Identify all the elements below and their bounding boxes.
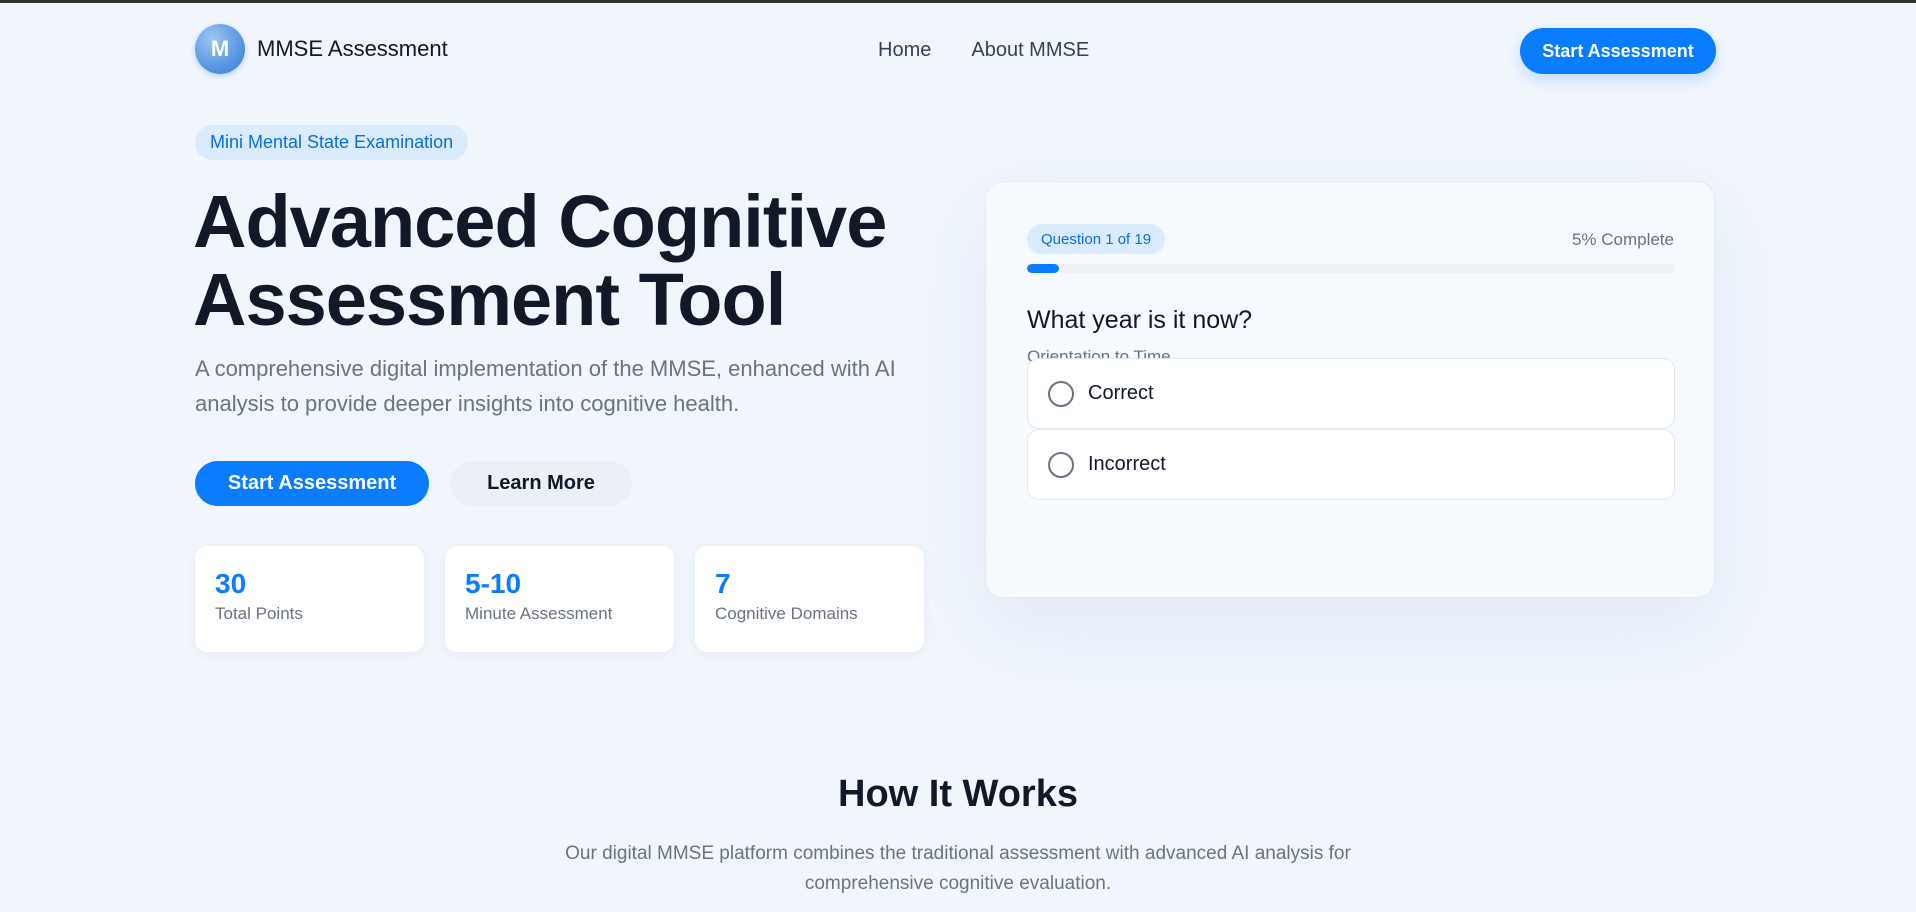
progress-percent-text: 5% Complete bbox=[1571, 230, 1674, 249]
stat-label: Cognitive Domains bbox=[715, 604, 858, 623]
section-title: How It Works bbox=[838, 773, 1078, 815]
question-card: Question 1 of 19 5% Complete What year i… bbox=[985, 181, 1715, 598]
stat-value: 5-10 bbox=[465, 568, 522, 599]
radio-icon[interactable] bbox=[1048, 451, 1074, 478]
progress-bar bbox=[1027, 264, 1675, 273]
stat-card-cognitive-domains: 7 Cognitive Domains bbox=[695, 546, 924, 652]
answer-option-label: Correct bbox=[1088, 382, 1154, 404]
site-header: M MMSE Assessment Home About MMSE Start … bbox=[0, 3, 1916, 98]
hero-subtitle: A comprehensive digital implementation o… bbox=[195, 356, 896, 416]
stat-card-total-points: 30 Total Points bbox=[195, 546, 424, 652]
answer-option-correct[interactable]: Correct bbox=[1027, 358, 1675, 429]
stat-card-duration: 5-10 Minute Assessment bbox=[445, 546, 674, 652]
section-description: Our digital MMSE platform combines the t… bbox=[565, 843, 1351, 894]
radio-icon[interactable] bbox=[1048, 380, 1074, 407]
answer-option-incorrect[interactable]: Incorrect bbox=[1027, 429, 1675, 500]
page: M MMSE Assessment Home About MMSE Start … bbox=[0, 0, 1916, 912]
brand-name: MMSE Assessment bbox=[257, 36, 448, 61]
hero-tag-pill: Mini Mental State Examination bbox=[195, 125, 469, 160]
nav-link-home[interactable]: Home bbox=[878, 39, 931, 62]
stat-value: 7 bbox=[715, 568, 731, 599]
stat-label: Minute Assessment bbox=[465, 604, 613, 623]
answer-option-label: Incorrect bbox=[1088, 453, 1166, 475]
hero-title: Advanced Cognitive Assessment Tool bbox=[193, 183, 953, 339]
question-number-badge: Question 1 of 19 bbox=[1027, 224, 1166, 254]
main-nav: Home About MMSE bbox=[878, 39, 1089, 62]
stat-value: 30 bbox=[215, 568, 247, 599]
brand-logo-icon: M bbox=[195, 24, 245, 74]
hero-title-line-2: Assessment Tool bbox=[193, 258, 786, 341]
hero-title-line-1: Advanced Cognitive bbox=[193, 180, 887, 263]
progress-bar-fill bbox=[1027, 264, 1060, 273]
learn-more-button[interactable]: Learn More bbox=[450, 461, 632, 506]
brand[interactable]: M MMSE Assessment bbox=[195, 24, 448, 74]
nav-link-about-mmse[interactable]: About MMSE bbox=[971, 39, 1089, 62]
stat-label: Total Points bbox=[215, 604, 303, 623]
header-start-assessment-button[interactable]: Start Assessment bbox=[1520, 28, 1716, 74]
question-text: What year is it now? bbox=[1027, 306, 1253, 334]
start-assessment-button[interactable]: Start Assessment bbox=[195, 461, 429, 506]
